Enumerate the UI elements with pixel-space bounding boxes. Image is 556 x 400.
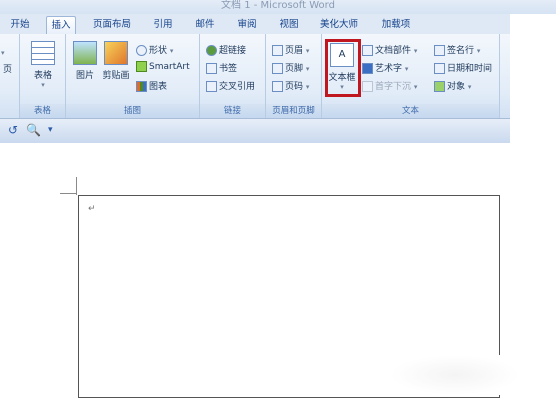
clipart-button-label: 剪贴画 bbox=[102, 71, 130, 81]
title-bar: 文档 1 - Microsoft Word bbox=[0, 0, 556, 14]
clipart-icon bbox=[104, 41, 128, 65]
tab-home[interactable]: 开始 bbox=[6, 16, 34, 34]
bookmark-label: 书签 bbox=[219, 64, 238, 74]
dropcap-dropdown-arrow: ▾ bbox=[413, 83, 418, 91]
paragraph-mark: ↵ bbox=[88, 204, 96, 214]
footer-dropdown-arrow: ▾ bbox=[305, 65, 310, 73]
signature-button[interactable]: 签名行 ▾ bbox=[434, 43, 480, 56]
shapes-button[interactable]: 形状 ▾ bbox=[136, 43, 173, 56]
pagenum-button[interactable]: 页码 ▾ bbox=[272, 79, 309, 92]
ribbon: ▾ 页 表格 ▾ 表格 图片 剪贴画 形状 ▾ SmartArt 图表 插图 超… bbox=[0, 34, 510, 119]
picture-button-label: 图片 bbox=[75, 71, 94, 81]
pages-label-stub: 页 bbox=[3, 65, 13, 75]
margin-corner-mark-h bbox=[60, 193, 77, 194]
tab-insert[interactable]: 插入 bbox=[46, 16, 76, 34]
pagenum-dropdown-arrow: ▾ bbox=[305, 83, 310, 91]
page-number-icon bbox=[272, 81, 283, 92]
wordart-button[interactable]: 艺术字 ▾ bbox=[362, 61, 408, 74]
shapes-label: 形状 bbox=[149, 46, 168, 56]
customize-qat-icon[interactable]: ▾ bbox=[48, 125, 53, 135]
window-title: 文档 1 - Microsoft Word bbox=[221, 0, 335, 11]
group-illustrations-label: 插图 bbox=[66, 104, 199, 118]
tab-mailings[interactable]: 邮件 bbox=[190, 16, 220, 34]
quickparts-dropdown-arrow: ▾ bbox=[413, 47, 418, 55]
chart-button[interactable]: 图表 bbox=[136, 79, 167, 92]
group-links-label: 链接 bbox=[200, 104, 265, 118]
tab-view[interactable]: 视图 bbox=[274, 16, 304, 34]
ribbon-tabs: 开始 插入 页面布局 引用 邮件 审阅 视图 美化大师 加载项 bbox=[0, 14, 510, 34]
hyperlink-icon bbox=[206, 45, 217, 56]
signature-icon bbox=[434, 45, 445, 56]
group-pages-partial: ▾ 页 bbox=[0, 34, 20, 118]
bookmark-icon bbox=[206, 63, 217, 74]
object-button[interactable]: 对象 ▾ bbox=[434, 79, 471, 92]
tab-references[interactable]: 引用 bbox=[148, 16, 178, 34]
tab-page-layout[interactable]: 页面布局 bbox=[88, 16, 136, 34]
wordart-label: 艺术字 bbox=[375, 64, 403, 74]
crossref-icon bbox=[206, 81, 217, 92]
quickparts-button[interactable]: 文档部件 ▾ bbox=[362, 43, 417, 56]
picture-button[interactable]: 图片 bbox=[72, 41, 98, 81]
crossref-button[interactable]: 交叉引用 bbox=[206, 79, 255, 92]
group-text-label: 文本 bbox=[322, 104, 499, 118]
group-illustrations: 图片 剪贴画 形状 ▾ SmartArt 图表 插图 bbox=[66, 34, 200, 118]
header-icon bbox=[272, 45, 283, 56]
quickparts-label: 文档部件 bbox=[375, 46, 412, 56]
group-table: 表格 ▾ 表格 bbox=[20, 34, 66, 118]
group-links: 超链接 书签 交叉引用 链接 bbox=[200, 34, 266, 118]
dropcap-icon bbox=[362, 81, 373, 92]
hyperlink-button[interactable]: 超链接 bbox=[206, 43, 246, 56]
footer-label: 页脚 bbox=[285, 64, 304, 74]
quick-access-toolbar: ↺ 🔍 ▾ bbox=[0, 119, 510, 143]
wordart-dropdown-arrow: ▾ bbox=[404, 65, 409, 73]
signature-label: 签名行 bbox=[447, 46, 475, 56]
table-button[interactable]: 表格 ▾ bbox=[28, 41, 58, 89]
dropcap-label: 首字下沉 bbox=[375, 82, 412, 92]
group-header-footer: 页眉 ▾ 页脚 ▾ 页码 ▾ 页眉和页脚 bbox=[266, 34, 322, 118]
footer-button[interactable]: 页脚 ▾ bbox=[272, 61, 309, 74]
quickparts-icon bbox=[362, 45, 373, 56]
group-symbols-partial bbox=[500, 34, 510, 118]
datetime-button[interactable]: 日期和时间 bbox=[434, 61, 492, 74]
watermark-blur bbox=[390, 355, 520, 395]
wordart-icon bbox=[362, 63, 373, 74]
shapes-icon bbox=[136, 45, 147, 56]
pages-button-stub[interactable]: ▾ bbox=[1, 48, 5, 58]
smartart-button[interactable]: SmartArt bbox=[136, 61, 190, 72]
group-table-label: 表格 bbox=[20, 104, 65, 118]
footer-icon bbox=[272, 63, 283, 74]
tab-add-ins[interactable]: 加载项 bbox=[376, 16, 416, 34]
textbox-highlight-box bbox=[325, 39, 361, 97]
smartart-icon bbox=[136, 61, 147, 72]
object-icon bbox=[434, 81, 445, 92]
signature-dropdown-arrow: ▾ bbox=[476, 47, 481, 55]
shapes-dropdown-arrow: ▾ bbox=[169, 47, 174, 55]
print-preview-icon[interactable]: 🔍 bbox=[26, 123, 41, 137]
hyperlink-label: 超链接 bbox=[219, 46, 247, 56]
dropcap-button[interactable]: 首字下沉 ▾ bbox=[362, 79, 417, 92]
smartart-label: SmartArt bbox=[149, 62, 190, 72]
chart-label: 图表 bbox=[149, 82, 168, 92]
table-icon bbox=[31, 41, 55, 65]
datetime-icon bbox=[434, 63, 445, 74]
group-header-footer-label: 页眉和页脚 bbox=[266, 104, 321, 118]
object-dropdown-arrow: ▾ bbox=[467, 83, 472, 91]
table-dropdown-arrow: ▾ bbox=[41, 81, 45, 89]
clipart-button[interactable]: 剪贴画 bbox=[100, 41, 132, 81]
picture-icon bbox=[73, 41, 97, 65]
table-button-label: 表格 bbox=[33, 71, 52, 81]
chart-icon bbox=[136, 81, 147, 92]
crossref-label: 交叉引用 bbox=[219, 82, 256, 92]
object-label: 对象 bbox=[447, 82, 466, 92]
undo-icon[interactable]: ↺ bbox=[8, 123, 18, 137]
tab-review[interactable]: 审阅 bbox=[232, 16, 262, 34]
datetime-label: 日期和时间 bbox=[447, 64, 493, 74]
bookmark-button[interactable]: 书签 bbox=[206, 61, 237, 74]
header-button[interactable]: 页眉 ▾ bbox=[272, 43, 309, 56]
tab-beautify-master[interactable]: 美化大师 bbox=[314, 16, 364, 34]
pagenum-label: 页码 bbox=[285, 82, 304, 92]
header-label: 页眉 bbox=[285, 46, 304, 56]
header-dropdown-arrow: ▾ bbox=[305, 47, 310, 55]
